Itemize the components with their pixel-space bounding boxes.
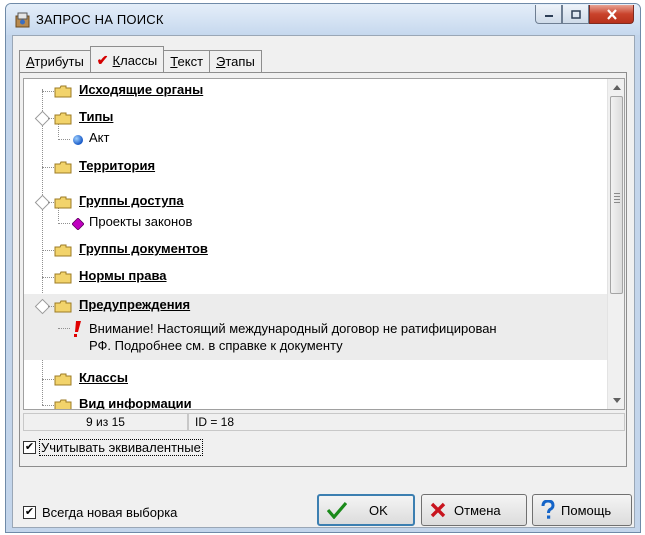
tree-item-label: Вид информации bbox=[79, 396, 192, 410]
help-question-icon bbox=[541, 500, 555, 519]
tab-attributes[interactable]: Атрибуты bbox=[19, 50, 91, 72]
green-check-icon bbox=[327, 501, 347, 519]
folder-icon bbox=[54, 112, 72, 125]
minimize-button[interactable] bbox=[535, 5, 562, 24]
tree-item-outgoing-bodies[interactable]: Исходящие органы bbox=[24, 79, 607, 103]
red-check-icon: ✔ bbox=[96, 52, 109, 68]
folder-icon bbox=[54, 399, 72, 409]
cancel-label: Отмена bbox=[454, 502, 501, 518]
folder-icon bbox=[54, 373, 72, 386]
tree-item-label: Типы bbox=[79, 109, 114, 124]
always-new-checkbox[interactable]: ✔ bbox=[23, 506, 36, 519]
equivalents-label: Учитывать эквивалентные bbox=[39, 439, 203, 456]
tree-item-classes[interactable]: Классы bbox=[24, 367, 607, 391]
tab-label: тапы bbox=[225, 54, 255, 69]
close-icon bbox=[606, 8, 617, 20]
close-button[interactable] bbox=[589, 5, 634, 24]
id-indicator: ID = 18 bbox=[188, 413, 625, 431]
equivalents-checkbox[interactable]: ✔ bbox=[23, 441, 36, 454]
ok-label: OK bbox=[369, 502, 388, 518]
tab-text[interactable]: Текст bbox=[163, 50, 211, 72]
cancel-button[interactable]: Отмена bbox=[421, 494, 527, 526]
maximize-icon bbox=[570, 9, 581, 19]
exclamation-icon bbox=[74, 321, 81, 337]
tab-label: екст bbox=[177, 54, 204, 69]
tree-item-legal-norms[interactable]: Нормы права bbox=[24, 265, 607, 289]
status-bar: 9 из 15 ID = 18 bbox=[23, 413, 625, 431]
tree-item-label: Нормы права bbox=[79, 268, 167, 283]
tree-scrollbar[interactable] bbox=[607, 79, 624, 409]
scroll-up-button[interactable] bbox=[608, 79, 624, 96]
dialog-window: ЗАПРОС НА ПОИСК Атрибуты ✔ Классы Текст Э… bbox=[5, 3, 641, 533]
dialog-client-area: Атрибуты ✔ Классы Текст Этапы Исходящие о… bbox=[12, 35, 635, 528]
folder-icon bbox=[54, 196, 72, 209]
folder-icon bbox=[54, 271, 72, 284]
tree-item-label: Внимание! Настоящий международный догово… bbox=[89, 321, 497, 353]
tree-item-access-groups[interactable]: Группы доступа bbox=[24, 190, 607, 214]
scroll-thumb[interactable] bbox=[610, 96, 623, 294]
classes-tree[interactable]: Исходящие органы Типы Акт Территория Гру… bbox=[23, 78, 625, 410]
tree-item-label: Территория bbox=[79, 158, 156, 173]
maximize-button[interactable] bbox=[562, 5, 589, 24]
tree-item-types[interactable]: Типы bbox=[24, 106, 607, 130]
tree-item-label: Акт bbox=[89, 130, 110, 145]
tab-access-key: Т bbox=[170, 54, 178, 69]
tree-item-label: Классы bbox=[79, 370, 128, 385]
scroll-down-button[interactable] bbox=[608, 392, 624, 409]
tab-access-key: К bbox=[112, 53, 121, 68]
tree-item-territory[interactable]: Территория bbox=[24, 155, 607, 179]
tree-item-label: Исходящие органы bbox=[79, 82, 204, 97]
scroll-up-arrow-icon bbox=[612, 85, 621, 90]
position-indicator: 9 из 15 bbox=[23, 413, 188, 431]
window-title: ЗАПРОС НА ПОИСК bbox=[36, 12, 164, 27]
tab-access-key: Э bbox=[216, 54, 226, 69]
scroll-down-arrow-icon bbox=[612, 398, 621, 403]
tree-item-label: Группы документов bbox=[79, 241, 208, 256]
ok-button[interactable]: OK bbox=[317, 494, 415, 526]
tab-label: трибуты bbox=[34, 54, 84, 69]
always-new-label: Всегда новая выборка bbox=[42, 505, 178, 520]
help-button[interactable]: Помощь bbox=[532, 494, 632, 526]
tree-item-label: Проекты законов bbox=[89, 214, 193, 229]
magenta-diamond-icon bbox=[72, 218, 84, 230]
tab-stages[interactable]: Этапы bbox=[209, 50, 262, 72]
app-icon bbox=[15, 12, 30, 28]
tree-item-label: Группы доступа bbox=[79, 193, 184, 208]
tab-panel: Исходящие органы Типы Акт Территория Гру… bbox=[19, 72, 627, 467]
tree-item-info-type[interactable]: Вид информации bbox=[24, 393, 607, 410]
blue-ball-icon bbox=[73, 135, 83, 145]
folder-icon bbox=[54, 300, 72, 313]
minimize-icon bbox=[544, 15, 553, 17]
tab-strip: Атрибуты ✔ Классы Текст Этапы bbox=[19, 46, 262, 72]
title-bar[interactable]: ЗАПРОС НА ПОИСК bbox=[6, 4, 640, 35]
always-new-checkbox-row[interactable]: ✔ Всегда новая выборка bbox=[23, 505, 177, 520]
tab-label: лассы bbox=[120, 53, 158, 68]
folder-icon bbox=[54, 161, 72, 174]
folder-icon bbox=[54, 244, 72, 257]
tree-item-warning-text[interactable]: Внимание! Настоящий международный догово… bbox=[24, 318, 607, 360]
tree-item-bill-drafts[interactable]: Проекты законов bbox=[24, 214, 607, 238]
tree-item-document-groups[interactable]: Группы документов bbox=[24, 238, 607, 262]
tab-classes[interactable]: ✔ Классы bbox=[89, 46, 165, 72]
red-x-icon bbox=[430, 502, 446, 518]
tree-item-act[interactable]: Акт bbox=[24, 130, 607, 154]
folder-icon bbox=[54, 85, 72, 98]
tree-item-warnings[interactable]: Предупреждения bbox=[24, 294, 607, 318]
tree-item-label: Предупреждения bbox=[79, 297, 191, 312]
equivalents-checkbox-row[interactable]: ✔ Учитывать эквивалентные bbox=[23, 439, 203, 456]
help-label: Помощь bbox=[561, 502, 612, 518]
